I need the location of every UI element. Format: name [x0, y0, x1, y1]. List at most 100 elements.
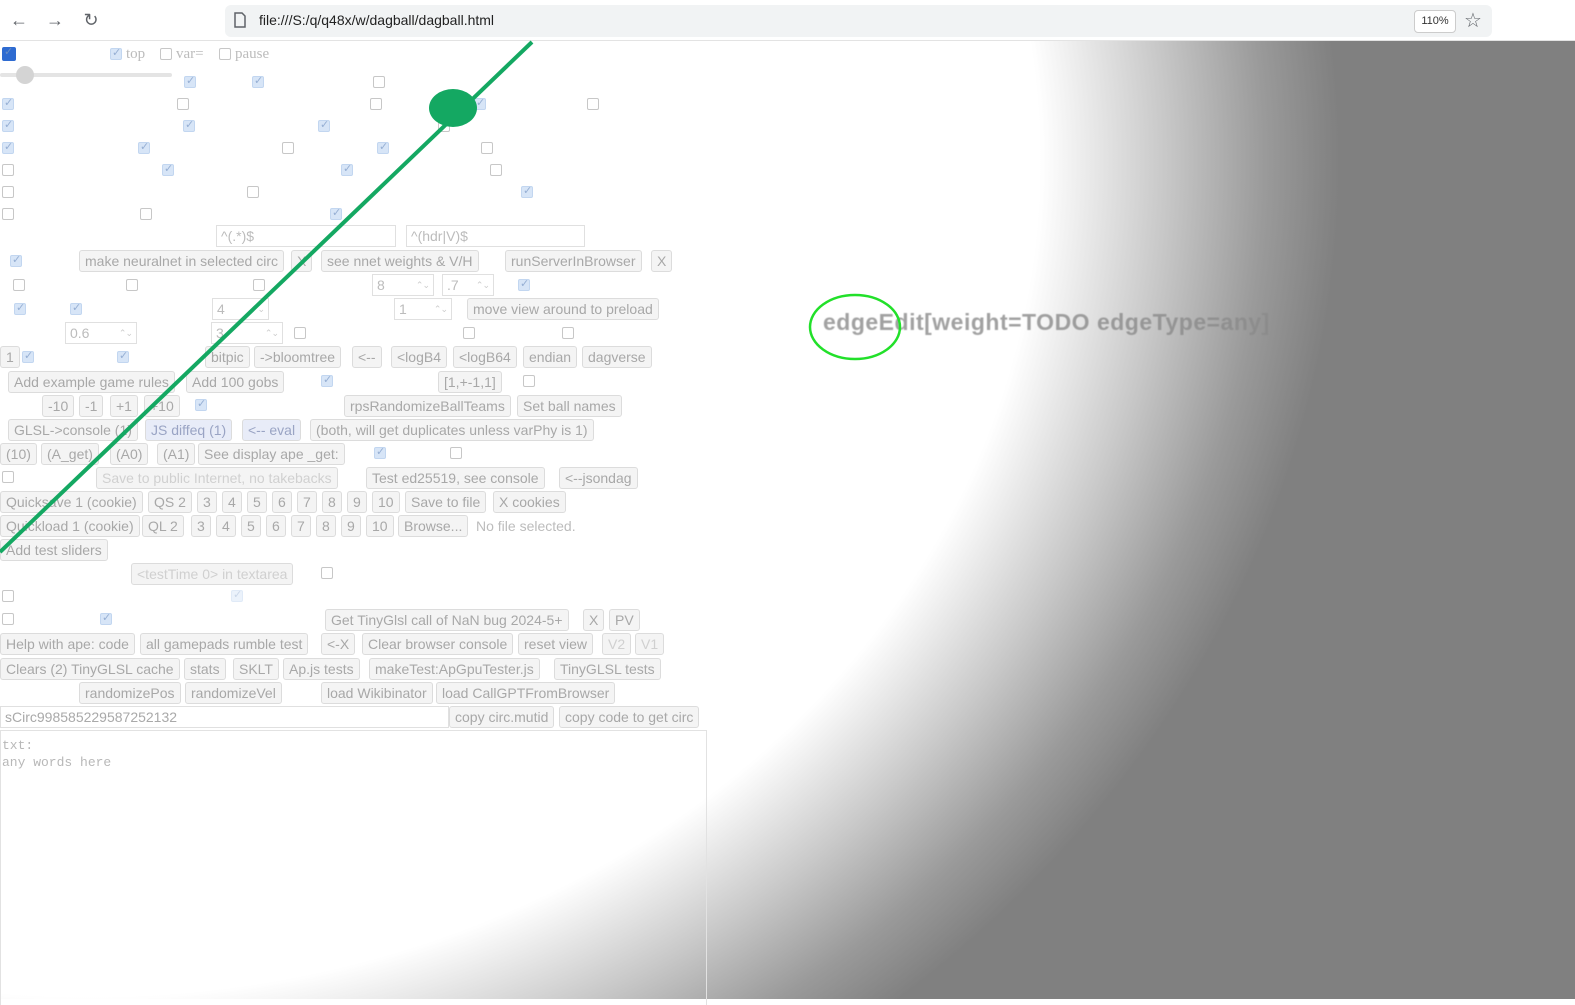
- grid-checkbox[interactable]: [247, 186, 259, 198]
- bloomtree-button[interactable]: ->bloomtree: [254, 346, 342, 368]
- play-label[interactable]: play: [434, 96, 460, 112]
- grid-checkbox[interactable]: [183, 118, 195, 132]
- clear-console-button[interactable]: Clear browser console: [362, 633, 514, 655]
- v1-button[interactable]: V1: [635, 633, 665, 655]
- apjs-tests-button[interactable]: Ap.js tests: [283, 658, 360, 680]
- quickload-slot-4-button[interactable]: 4: [216, 515, 236, 537]
- quickload-slot-8-button[interactable]: 8: [316, 515, 336, 537]
- ql2-button[interactable]: QL 2: [142, 515, 184, 537]
- vector-button[interactable]: [1,+-1,1]: [438, 371, 502, 393]
- quicksave-slot-4-button[interactable]: 4: [222, 491, 242, 513]
- quicksave-slot-9-button[interactable]: 9: [347, 491, 367, 513]
- row-checkbox[interactable]: [518, 277, 530, 291]
- grid-checkbox[interactable]: [474, 96, 486, 110]
- master-checkbox[interactable]: [2, 45, 16, 61]
- eval-button[interactable]: <-- eval: [242, 419, 302, 441]
- randomize-vel-button[interactable]: randomizeVel: [185, 682, 282, 704]
- zoom-indicator[interactable]: 110%: [1414, 10, 1456, 33]
- rps-randomize-button[interactable]: rpsRandomizeBallTeams: [344, 395, 511, 417]
- row-checkbox[interactable]: [13, 279, 25, 291]
- row-checkbox[interactable]: [195, 397, 207, 411]
- grid-checkbox[interactable]: [140, 208, 152, 220]
- row-checkbox[interactable]: [231, 588, 243, 602]
- row-checkbox[interactable]: [523, 375, 535, 387]
- row-checkbox[interactable]: [117, 349, 129, 363]
- run-server-close-button[interactable]: X: [651, 250, 673, 272]
- see-nnet-weights-button[interactable]: see nnet weights & V/H: [321, 250, 479, 272]
- logb64-button[interactable]: <logB64: [453, 346, 517, 368]
- grid-checkbox[interactable]: [2, 140, 14, 154]
- grid-checkbox[interactable]: [2, 96, 14, 110]
- back-arrow-button[interactable]: <--: [352, 346, 382, 368]
- grid-checkbox[interactable]: [2, 186, 14, 198]
- row-checkbox[interactable]: [321, 567, 333, 579]
- grid-checkbox[interactable]: [184, 74, 196, 88]
- a0-button[interactable]: (A0): [110, 443, 149, 465]
- quicksave-slot-3-button[interactable]: 3: [197, 491, 217, 513]
- grid-checkbox[interactable]: [2, 118, 14, 132]
- dagverse-button[interactable]: dagverse: [582, 346, 652, 368]
- minus-x-button[interactable]: <-X: [321, 633, 356, 655]
- gamepads-rumble-button[interactable]: all gamepads rumble test: [140, 633, 309, 655]
- a-get-button[interactable]: (A_get): [41, 443, 99, 465]
- number-input-06[interactable]: 0.6: [65, 322, 137, 344]
- arrow-right-icon[interactable]: →: [45, 10, 65, 30]
- row-checkbox[interactable]: [463, 327, 475, 339]
- glsl-console-button[interactable]: GLSL->console (1): [8, 419, 138, 441]
- quickload-slot-3-button[interactable]: 3: [191, 515, 211, 537]
- quickload-slot-6-button[interactable]: 6: [266, 515, 286, 537]
- grid-checkbox[interactable]: [138, 140, 150, 154]
- sklt-button[interactable]: SKLT: [233, 658, 279, 680]
- row-checkbox[interactable]: [294, 327, 306, 339]
- quicksave-slot-10-button[interactable]: 10: [372, 491, 400, 513]
- star-icon[interactable]: ☆: [1464, 8, 1482, 33]
- number-input-8[interactable]: 8: [372, 274, 434, 296]
- run-server-button[interactable]: runServerInBrowser: [505, 250, 642, 272]
- regex-input-1[interactable]: ^(.*)$: [216, 225, 396, 247]
- grid-checkbox[interactable]: [373, 76, 385, 88]
- grid-checkbox[interactable]: [282, 142, 294, 154]
- grid-checkbox[interactable]: [587, 98, 599, 110]
- both-duplicates-button[interactable]: (both, will get duplicates unless varPhy…: [310, 419, 594, 441]
- grid-checkbox[interactable]: [318, 118, 330, 132]
- quickload-slot-10-button[interactable]: 10: [366, 515, 394, 537]
- make-test-button[interactable]: makeTest:ApGpuTester.js: [369, 658, 540, 680]
- row-checkbox[interactable]: [10, 253, 22, 267]
- add-100-gobs-button[interactable]: Add 100 gobs: [186, 371, 285, 393]
- grid-checkbox[interactable]: [341, 162, 353, 176]
- quickload-slot-9-button[interactable]: 9: [341, 515, 361, 537]
- quicksave-slot-7-button[interactable]: 7: [297, 491, 317, 513]
- endian-button[interactable]: endian: [523, 346, 578, 368]
- quickload-button[interactable]: Quickload 1 (cookie): [0, 515, 140, 537]
- quicksave-button[interactable]: Quicksave 1 (cookie): [0, 491, 143, 513]
- minus-10-button[interactable]: -10: [42, 395, 75, 417]
- number-input-4[interactable]: 4: [212, 298, 269, 320]
- see-display-ape-button[interactable]: See display ape _get:: [198, 443, 345, 465]
- grid-checkbox[interactable]: [162, 162, 174, 176]
- qs2-button[interactable]: QS 2: [148, 491, 192, 513]
- grid-checkbox[interactable]: [521, 184, 533, 198]
- plus-10-button[interactable]: +10: [144, 395, 180, 417]
- pause-checkbox[interactable]: [219, 48, 231, 60]
- reload-icon[interactable]: ↻: [81, 10, 101, 30]
- browse-button[interactable]: Browse...: [398, 515, 469, 537]
- grid-checkbox[interactable]: [177, 98, 189, 110]
- row-checkbox[interactable]: [562, 327, 574, 339]
- grid-checkbox[interactable]: [2, 208, 14, 220]
- quicksave-slot-6-button[interactable]: 6: [272, 491, 292, 513]
- copy-code-button[interactable]: copy code to get circ: [559, 706, 700, 728]
- reset-view-button[interactable]: reset view: [518, 633, 594, 655]
- row-checkbox[interactable]: [2, 590, 14, 602]
- row-checkbox[interactable]: [2, 613, 14, 625]
- save-public-button[interactable]: Save to public Internet, no takebacks: [96, 467, 338, 489]
- set-ball-names-button[interactable]: Set ball names: [517, 395, 622, 417]
- row-checkbox[interactable]: [321, 373, 333, 387]
- copy-mutid-button[interactable]: copy circ.mutid: [449, 706, 555, 728]
- row-checkbox[interactable]: [70, 301, 82, 315]
- grid-checkbox[interactable]: [481, 142, 493, 154]
- stats-button[interactable]: stats: [184, 658, 226, 680]
- grid-checkbox[interactable]: [252, 74, 264, 88]
- pv-button[interactable]: PV: [609, 609, 640, 631]
- one-button[interactable]: 1: [0, 346, 20, 368]
- quickload-slot-7-button[interactable]: 7: [291, 515, 311, 537]
